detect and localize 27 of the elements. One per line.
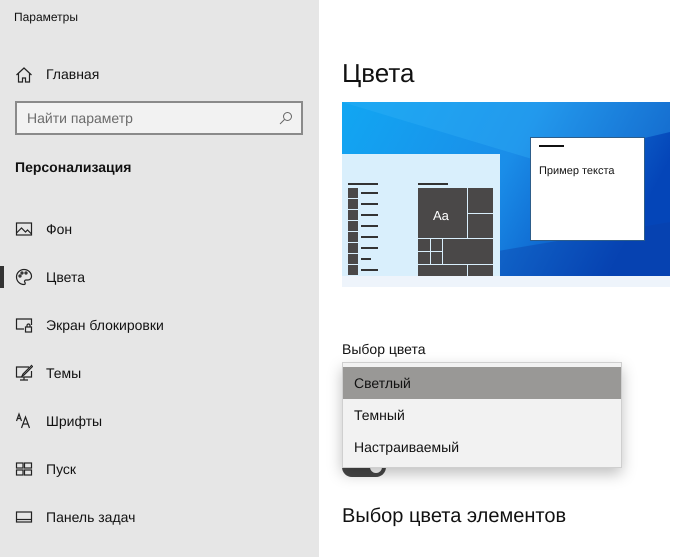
sidebar-item[interactable]: Экран блокировки [0, 301, 319, 349]
tiles-icon [15, 460, 33, 478]
accent-heading: Выбор цвета элементов [342, 504, 566, 528]
tile-text: Aa [433, 208, 449, 224]
dropdown-option[interactable]: Темный [343, 399, 621, 431]
fonts-icon [15, 412, 33, 430]
sidebar-item[interactable]: Цвета [0, 253, 319, 301]
color-choice-label: Выбор цвета [342, 340, 426, 358]
palette-icon [15, 268, 33, 286]
home-link[interactable]: Главная [15, 64, 100, 85]
sidebar-item[interactable]: Пуск [0, 445, 319, 493]
lock-screen-icon [15, 316, 33, 334]
picture-icon [15, 220, 33, 238]
sidebar-item[interactable]: Темы [0, 349, 319, 397]
sidebar-item[interactable]: Шрифты [0, 397, 319, 445]
window-title: Параметры [14, 10, 78, 24]
section-heading: Персонализация [15, 158, 132, 177]
search-field[interactable]: Найти параметр [15, 101, 303, 135]
page-title: Цвета [342, 58, 414, 88]
dropdown-option[interactable]: Светлый [343, 367, 621, 399]
sample-text: Пример текста [539, 165, 615, 178]
search-icon [279, 111, 293, 125]
sidebar-item[interactable]: Фон [0, 205, 319, 253]
sidebar-item[interactable]: Панель задач [0, 493, 319, 541]
dropdown-option[interactable]: Настраиваемый [343, 431, 621, 463]
home-icon [15, 66, 33, 84]
brush-monitor-icon [15, 364, 33, 382]
